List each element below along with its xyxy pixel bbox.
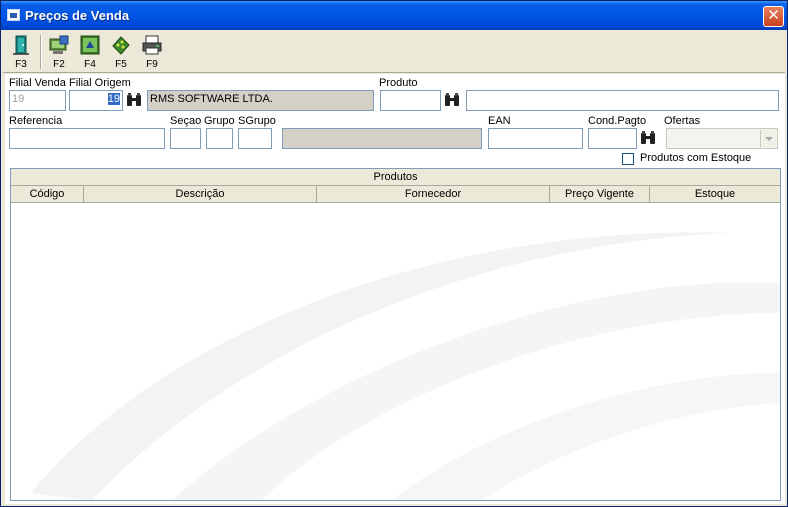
filial-origem-field[interactable]: 19: [69, 90, 123, 111]
cond-pagto-field[interactable]: [588, 128, 637, 149]
toolbar: F3 F2 F4 F5 F9: [3, 31, 785, 73]
filial-origem-value: 19: [107, 93, 120, 105]
column-header-descricao[interactable]: Descrição: [84, 186, 317, 202]
column-header-preco-vigente[interactable]: Preço Vigente: [550, 186, 650, 202]
produtos-com-estoque-label: Produtos com Estoque: [640, 152, 752, 164]
produto-search-icon[interactable]: [443, 91, 461, 109]
cond-pagto-label: Cond.Pagto: [588, 115, 647, 127]
secao-field[interactable]: [170, 128, 201, 149]
produto-field[interactable]: [380, 90, 441, 111]
sgrupo-field[interactable]: [238, 128, 272, 149]
sgrupo-description: [282, 128, 482, 149]
referencia-field[interactable]: [9, 128, 165, 149]
produtos-grid[interactable]: Produtos Código Descrição Fornecedor Pre…: [10, 168, 781, 501]
ofertas-label: Ofertas: [664, 115, 701, 127]
main-window: Preços de Venda ✕ F3 F2 F4 F5 F9 Filial …: [0, 0, 788, 507]
grupo-label: Grupo: [204, 115, 235, 127]
print-key-label: F9: [146, 59, 158, 70]
cond-pagto-search-icon[interactable]: [639, 129, 657, 147]
new-key-label: F2: [53, 59, 65, 70]
refresh-icon: [80, 35, 100, 55]
referencia-label: Referencia: [9, 115, 63, 127]
filial-venda-label: Filial Venda: [9, 77, 66, 89]
form-area: Filial Venda Filial Origem Produto 19 19…: [5, 74, 785, 504]
column-header-fornecedor[interactable]: Fornecedor: [317, 186, 550, 202]
refresh-key-label: F4: [84, 59, 96, 70]
column-header-estoque[interactable]: Estoque: [650, 186, 780, 202]
produto-label: Produto: [379, 77, 418, 89]
produtos-com-estoque-checkbox[interactable]: [622, 153, 634, 165]
diskette-icon: [112, 36, 130, 55]
filial-venda-field[interactable]: 19: [9, 90, 66, 111]
filial-origem-description: RMS SOFTWARE LTDA.: [147, 90, 374, 111]
watermark-swoosh: [31, 232, 780, 500]
ofertas-dropdown[interactable]: [666, 128, 778, 149]
exit-door-icon: [13, 35, 29, 55]
column-header-codigo[interactable]: Código: [11, 186, 84, 202]
grid-title: Produtos: [11, 169, 780, 186]
secao-label: Seçao: [170, 115, 202, 127]
close-button[interactable]: ✕: [763, 6, 784, 27]
sgrupo-label: SGrupo: [238, 115, 276, 127]
print-button[interactable]: F9: [138, 33, 166, 71]
produto-description-field[interactable]: [466, 90, 779, 111]
save-button[interactable]: F5: [107, 33, 135, 71]
chevron-down-icon[interactable]: [760, 130, 776, 147]
filial-origem-label: Filial Origem: [69, 77, 131, 89]
grid-header: Código Descrição Fornecedor Preço Vigent…: [11, 186, 780, 203]
new-button[interactable]: F2: [45, 33, 73, 71]
refresh-button[interactable]: F4: [76, 33, 104, 71]
ean-label: EAN: [488, 115, 511, 127]
app-icon: [7, 9, 20, 21]
exit-key-label: F3: [15, 59, 27, 70]
title-bar[interactable]: Preços de Venda ✕: [1, 1, 787, 30]
window-title: Preços de Venda: [25, 8, 130, 23]
new-record-icon: [49, 35, 69, 54]
print-icon: [142, 35, 162, 55]
exit-button[interactable]: F3: [7, 33, 35, 71]
save-key-label: F5: [115, 59, 127, 70]
ean-field[interactable]: [488, 128, 583, 149]
binoculars-icon[interactable]: [125, 91, 143, 109]
grupo-field[interactable]: [206, 128, 233, 149]
toolbar-separator: [40, 35, 42, 69]
